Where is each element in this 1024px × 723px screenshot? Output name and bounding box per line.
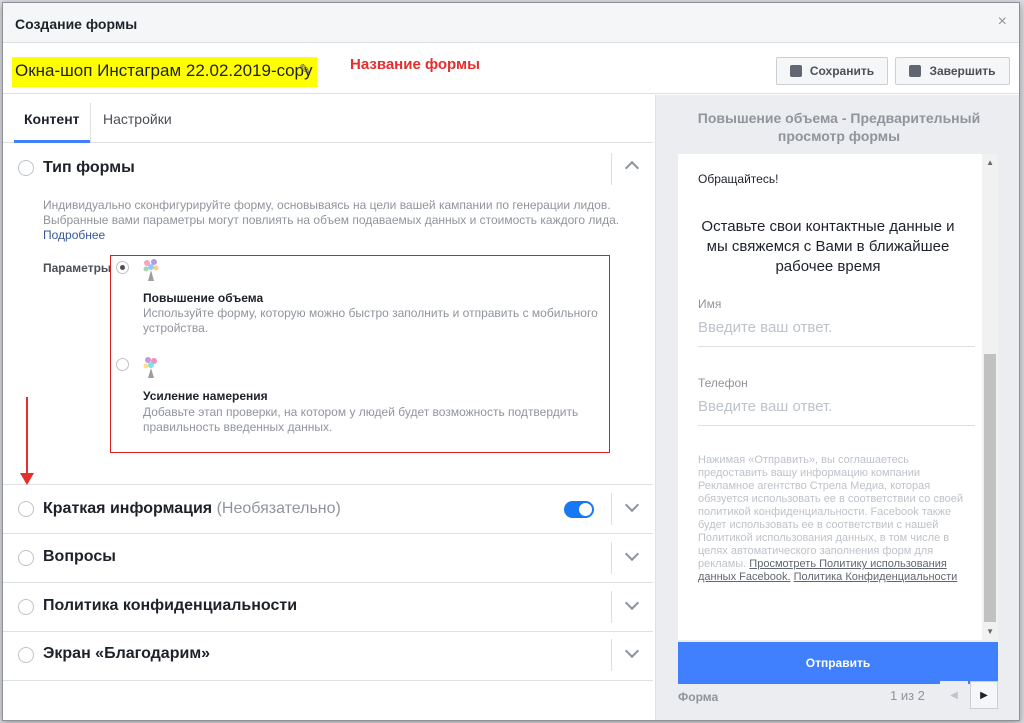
dialog-titlebar: Создание формы × — [3, 3, 1019, 43]
form-type-description: Индивидуально сконфигурируйте форму, осн… — [43, 198, 623, 243]
annotation-arrow-head — [20, 473, 34, 485]
thanks-title[interactable]: Экран «Благодарим» — [43, 645, 210, 663]
divider — [3, 680, 653, 681]
form-name-bar: Окна-шоп Инстаграм 22.02.2019-copy ✎ Наз… — [3, 44, 1019, 94]
chevron-right-icon: ▶ — [980, 689, 988, 701]
active-tab-indicator — [14, 140, 90, 143]
preview-footer-label: Форма — [678, 690, 719, 704]
preview-pager: 1 из 2 — [890, 688, 925, 703]
option-volume-title: Повышение объема — [143, 291, 264, 305]
section-divider — [611, 591, 612, 623]
chevron-down-icon[interactable] — [624, 497, 640, 513]
chevron-down-icon[interactable] — [624, 546, 640, 562]
tab-divider — [90, 103, 91, 143]
scroll-down-icon[interactable]: ▼ — [986, 627, 994, 636]
questions-radio[interactable] — [18, 550, 34, 566]
form-type-radio[interactable] — [18, 160, 34, 176]
preview-phone[interactable]: Обращайтесь! Оставьте свои контактные да… — [678, 154, 998, 640]
preview-disclaimer: Нажимая «Отправить», вы соглашаетесь пре… — [698, 454, 968, 584]
tab-settings[interactable]: Настройки — [103, 111, 172, 127]
thanks-radio[interactable] — [18, 647, 34, 663]
preview-title: Повышение объема - Предварительный просм… — [697, 110, 981, 144]
intro-title-text: Краткая информация — [43, 500, 213, 517]
bouquet-icon — [143, 357, 157, 378]
finish-icon — [909, 65, 922, 77]
finish-button[interactable]: Завершить — [895, 57, 1010, 85]
tab-content[interactable]: Контент — [24, 111, 80, 127]
chevron-down-icon[interactable] — [624, 643, 640, 659]
form-name-annotation: Название формы — [350, 56, 480, 73]
phone-field-input[interactable]: Введите ваш ответ. — [698, 398, 975, 426]
submit-button[interactable]: Отправить — [678, 642, 998, 684]
section-divider — [611, 542, 612, 574]
learn-more-link[interactable]: Подробнее — [43, 228, 105, 242]
preview-scrollbar[interactable]: ▲ ▼ — [982, 154, 998, 640]
divider — [3, 582, 653, 583]
editor-pane: Контент Настройки Тип формы Индивидуальн… — [3, 95, 653, 720]
save-button[interactable]: Сохранить — [776, 57, 888, 85]
scrollbar-thumb[interactable] — [984, 354, 996, 622]
privacy-radio[interactable] — [18, 599, 34, 615]
chevron-down-icon[interactable] — [624, 595, 640, 611]
dialog-title: Создание формы — [15, 16, 138, 32]
name-field-label: Имя — [698, 297, 722, 311]
preview-greeting: Обращайтесь! — [698, 172, 779, 186]
bouquet-icon — [143, 259, 159, 281]
section-divider — [611, 639, 612, 671]
option-volume-radio[interactable] — [116, 261, 129, 274]
option-intent-title: Усиление намерения — [143, 389, 268, 403]
chevron-up-icon[interactable] — [624, 160, 640, 176]
close-icon[interactable]: × — [998, 13, 1007, 31]
section-divider — [611, 153, 612, 185]
name-field-input[interactable]: Введите ваш ответ. — [698, 319, 975, 347]
privacy-title[interactable]: Политика конфиденциальности — [43, 597, 297, 615]
pencil-icon[interactable]: ✎ — [299, 61, 311, 78]
intro-title[interactable]: Краткая информация (Необязательно) — [43, 500, 341, 518]
option-intent-description: Добавьте этап проверки, на котором у люд… — [143, 405, 579, 434]
option-intent-radio[interactable] — [116, 358, 129, 371]
intro-optional-label: (Необязательно) — [216, 500, 341, 517]
phone-field-label: Телефон — [698, 376, 748, 390]
next-page-button[interactable]: ▶ — [970, 681, 998, 709]
scroll-up-icon[interactable]: ▲ — [986, 158, 994, 167]
disclaimer-text: Нажимая «Отправить», вы соглашаетесь пре… — [698, 454, 964, 570]
divider — [3, 631, 653, 632]
questions-title[interactable]: Вопросы — [43, 548, 116, 566]
form-type-title[interactable]: Тип формы — [43, 159, 135, 177]
divider — [3, 533, 653, 534]
intro-toggle[interactable] — [564, 501, 594, 518]
intro-radio[interactable] — [18, 501, 34, 517]
divider — [3, 484, 653, 485]
preview-headline: Оставьте свои контактные данные и мы свя… — [701, 218, 955, 275]
form-name-field[interactable]: Окна-шоп Инстаграм 22.02.2019-copy — [12, 57, 317, 87]
create-form-dialog: Создание формы × Окна-шоп Инстаграм 22.0… — [2, 2, 1020, 721]
annotation-arrow — [26, 397, 28, 477]
form-type-description-text: Индивидуально сконфигурируйте форму, осн… — [43, 198, 620, 227]
section-divider — [611, 493, 612, 525]
option-volume-description: Используйте форму, которую можно быстро … — [143, 306, 598, 335]
params-label: Параметры — [43, 261, 112, 275]
editor-tabs: Контент Настройки — [3, 95, 653, 143]
save-icon — [789, 65, 802, 77]
prev-page-button[interactable]: ◀ — [940, 681, 968, 709]
chevron-left-icon: ◀ — [950, 689, 958, 701]
preview-pane: Повышение объема - Предварительный просм… — [655, 95, 1019, 720]
finish-button-label: Завершить — [929, 64, 996, 78]
save-button-label: Сохранить — [809, 64, 875, 78]
privacy-policy-link[interactable]: Политика Конфиденциальности — [794, 571, 958, 583]
